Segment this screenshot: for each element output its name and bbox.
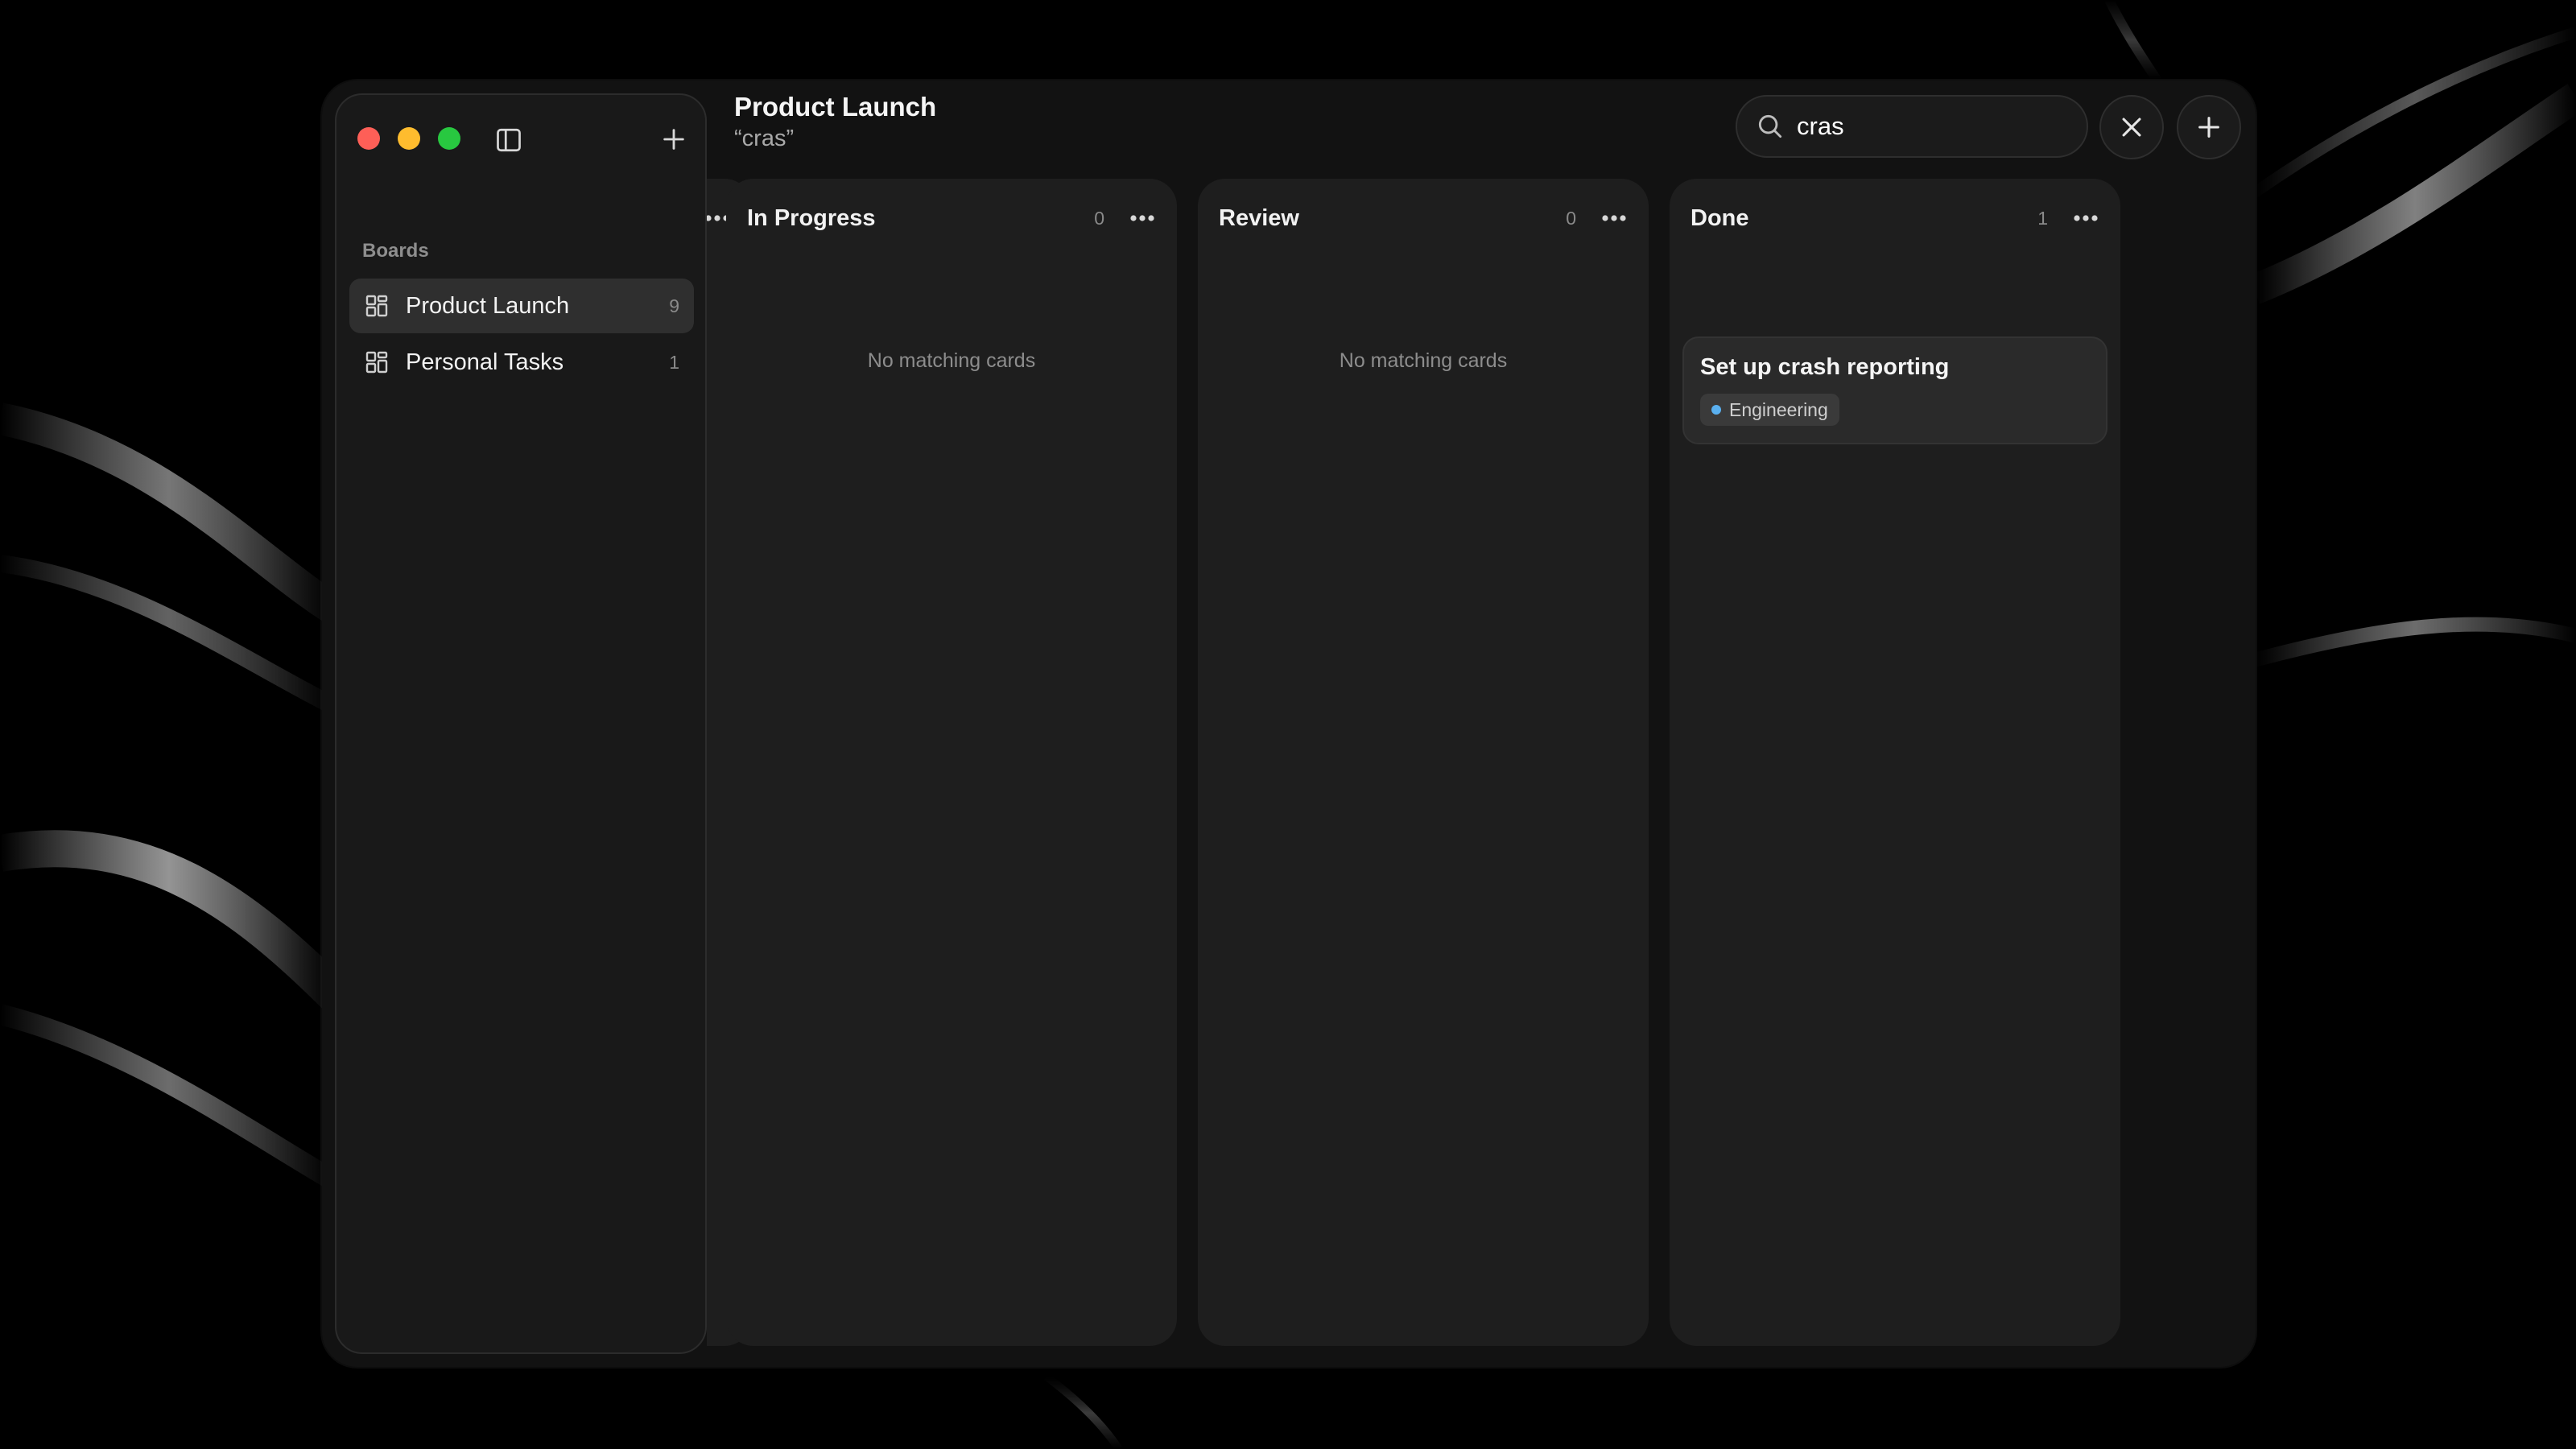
tag-label: Engineering [1729,398,1828,420]
board-grid-icon [365,295,388,317]
search-query-subtitle: “cras” [734,126,795,151]
column-header: Done 1 [1690,198,2099,238]
more-options-icon[interactable] [1600,213,1628,223]
search-icon [1758,114,1782,138]
more-options-icon[interactable] [2072,213,2099,223]
board-name: Personal Tasks [406,349,564,375]
close-search-button[interactable] [2099,95,2164,159]
card-tag: Engineering [1700,394,1839,426]
close-icon [2122,118,2141,137]
boards-section-label: Boards [362,240,429,262]
column-count: 1 [2037,207,2048,229]
sidebar-item-product-launch[interactable]: Product Launch 9 [349,279,694,333]
close-window-button[interactable] [357,127,380,150]
more-options-icon[interactable] [1129,213,1156,223]
card-title: Set up crash reporting [1700,354,1950,380]
tag-color-dot [1711,405,1721,415]
column-review: Review 0 No matching cards [1198,179,1649,1346]
search-input[interactable] [1797,106,2118,147]
board-card-count: 9 [669,295,679,316]
board-card-count: 1 [669,351,679,373]
board-name: Product Launch [406,292,570,319]
column-title: In Progress [747,204,876,231]
column-count: 0 [1566,207,1576,229]
task-card[interactable]: Set up crash reporting Engineering [1682,336,2107,444]
add-board-icon[interactable] [660,126,687,153]
board-columns[interactable]: 0 In Progress 0 No matching cards Review… [707,179,2256,1351]
empty-column-message: No matching cards [867,349,1036,372]
column-title: Review [1219,204,1299,231]
column-done: Done 1 Set up crash reporting Engineerin… [1670,179,2120,1346]
column-header: In Progress 0 [747,198,1156,238]
search-bar [1736,95,2140,158]
column-header: Review 0 [1219,198,1628,238]
app-window: Boards Product Launch 9 Personal Tasks 1 [322,80,2256,1367]
sidebar: Boards Product Launch 9 Personal Tasks 1 [335,93,707,1354]
column-title: Done [1690,204,1749,231]
plus-icon [2198,117,2219,138]
page-title: Product Launch [734,92,937,122]
sidebar-toggle-icon[interactable] [494,126,523,155]
board-grid-icon [365,351,388,374]
board-list: Product Launch 9 Personal Tasks 1 [349,279,694,391]
zoom-window-button[interactable] [438,127,460,150]
window-controls [357,127,460,150]
column-in-progress: In Progress 0 No matching cards [726,179,1177,1346]
empty-column-message: No matching cards [1339,349,1508,372]
minimize-window-button[interactable] [398,127,420,150]
column-count: 0 [1094,207,1104,229]
sidebar-item-personal-tasks[interactable]: Personal Tasks 1 [349,335,694,390]
add-card-button[interactable] [2177,95,2241,159]
